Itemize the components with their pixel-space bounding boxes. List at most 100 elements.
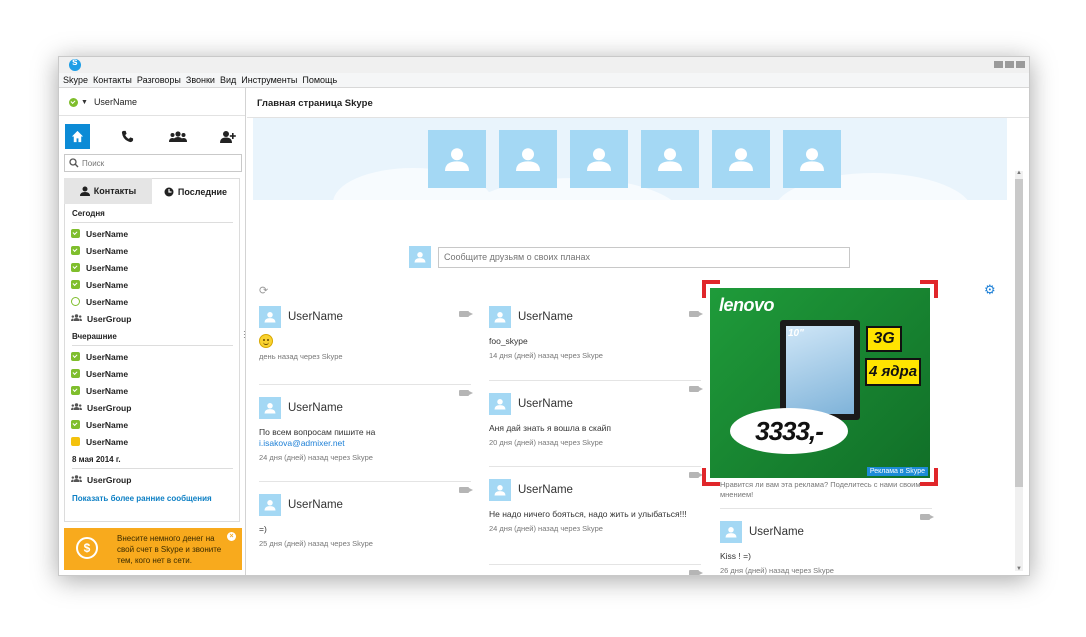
group-icon [169, 131, 188, 142]
gear-icon[interactable]: ⚙ [984, 282, 996, 298]
post-author[interactable]: UserName [518, 398, 573, 410]
video-call-icon[interactable] [459, 487, 473, 493]
home-button[interactable] [65, 124, 90, 149]
tab-contacts[interactable]: Контакты [64, 178, 152, 204]
list-item[interactable]: UserName [65, 382, 239, 399]
list-item[interactable]: UserName [65, 276, 239, 293]
menu-help[interactable]: Помощь [302, 75, 337, 85]
add-contact-button[interactable] [216, 124, 241, 149]
group-icon [71, 403, 82, 412]
post-message: Не надо ничего бояться, надо жить и улыб… [489, 509, 701, 520]
feed-post: UserName =) 25 дня (дней) назад через Skyp… [259, 482, 473, 575]
list-item[interactable]: UserName [65, 416, 239, 433]
scroll-up-icon[interactable]: ▲ [1016, 170, 1022, 176]
video-call-icon[interactable] [689, 311, 703, 317]
avatar[interactable] [259, 397, 281, 419]
friend-avatar[interactable] [641, 130, 699, 188]
post-author[interactable]: UserName [288, 402, 343, 414]
menu-view[interactable]: Вид [220, 75, 236, 85]
scrollbar[interactable]: ▲ ▼ [1015, 170, 1023, 572]
search-box [64, 154, 242, 172]
post-author[interactable]: UserName [518, 484, 573, 496]
post-author[interactable]: UserName [288, 499, 343, 511]
friend-avatar[interactable] [570, 130, 628, 188]
video-call-icon[interactable] [459, 390, 473, 396]
scroll-thumb[interactable] [1015, 179, 1023, 487]
post-time: 25 дня (дней) назад через Skype [259, 539, 373, 548]
post-header: UserName [259, 390, 473, 419]
contact-name: UserGroup [87, 474, 132, 485]
chevron-down-icon: ▼ [81, 98, 88, 106]
list-item[interactable]: UserName [65, 225, 239, 242]
video-call-icon[interactable] [689, 386, 703, 392]
avatar[interactable] [489, 306, 511, 328]
list-item[interactable]: UserName [65, 259, 239, 276]
friend-avatar[interactable] [712, 130, 770, 188]
feed-post: UserName Не надо ничего бояться, надо жит… [489, 467, 703, 565]
list-item[interactable]: UserGroup [65, 399, 239, 416]
promo-banner[interactable]: $ Внесите немного денег на свой счет в S… [64, 528, 242, 570]
list-item[interactable]: UserName [65, 242, 239, 259]
avatar[interactable] [720, 521, 742, 543]
close-button[interactable] [1016, 61, 1025, 68]
video-call-icon[interactable] [689, 570, 703, 575]
menu-conversations[interactable]: Разговоры [137, 75, 181, 85]
person-icon [725, 527, 737, 538]
email-link[interactable]: i.isakova@admixer.net [259, 438, 345, 448]
post-author[interactable]: UserName [518, 311, 573, 323]
skype-window: Skype Контакты Разговоры Звонки Вид Инст… [58, 56, 1030, 576]
video-call-icon[interactable] [459, 311, 473, 317]
avatar[interactable] [489, 393, 511, 415]
maximize-button[interactable] [1005, 61, 1014, 68]
video-call-icon[interactable] [689, 472, 703, 478]
friend-avatar[interactable] [783, 130, 841, 188]
person-icon [658, 148, 682, 171]
post-text: =) [259, 524, 267, 534]
menu-contacts[interactable]: Контакты [93, 75, 132, 85]
menu-tools[interactable]: Инструменты [241, 75, 297, 85]
person-icon [494, 312, 506, 323]
feed-post: UserName По всем вопросам пишите на i.isak… [259, 385, 473, 482]
advertisement[interactable]: lenovo 10" 3G 4 ядра 3333,- Реклама в Sk… [702, 280, 938, 486]
menu-calls[interactable]: Звонки [186, 75, 215, 85]
post-author[interactable]: UserName [749, 526, 804, 538]
mood-message-input[interactable] [438, 246, 850, 268]
section-title: 8 мая 2014 г. [72, 455, 121, 464]
friend-avatar[interactable] [428, 130, 486, 188]
call-phone-button[interactable] [115, 124, 140, 149]
minimize-button[interactable] [994, 61, 1003, 68]
coin-icon: $ [76, 537, 98, 559]
video-call-icon[interactable] [920, 514, 934, 520]
avatar[interactable] [259, 494, 281, 516]
menu-skype[interactable]: Skype [63, 75, 88, 85]
post-text: Не надо ничего бояться, надо жить и улыб… [489, 509, 687, 519]
feed-post: UserName [489, 565, 703, 575]
post-author[interactable]: UserName [288, 311, 343, 323]
list-item[interactable]: UserName [65, 365, 239, 382]
feed-post: UserName foo_skype 14 дня (дней) назад чер… [489, 306, 703, 381]
avatar[interactable] [259, 306, 281, 328]
search-input[interactable] [79, 157, 232, 169]
person-icon [264, 500, 276, 511]
menu-bar: Skype Контакты Разговоры Звонки Вид Инст… [59, 73, 1029, 88]
splitter-handle[interactable]: · · · [243, 328, 246, 342]
section-title: Сегодня [72, 209, 105, 218]
scroll-down-icon[interactable]: ▼ [1016, 566, 1022, 572]
contacts-tabs: Контакты Последние [64, 178, 240, 204]
list-item[interactable]: UserGroup [65, 471, 239, 488]
sidebar-nav [65, 124, 241, 150]
tab-recent[interactable]: Последние [152, 178, 240, 204]
close-icon[interactable]: × [227, 532, 236, 541]
refresh-icon[interactable]: ⟳ [259, 284, 268, 297]
list-item[interactable]: UserGroup [65, 310, 239, 327]
tab-recent-label: Последние [177, 186, 228, 197]
user-status-menu[interactable]: ▼ UserName [69, 94, 137, 110]
list-item[interactable]: UserName [65, 433, 239, 450]
avatar[interactable] [489, 479, 511, 501]
create-group-button[interactable] [166, 124, 191, 149]
list-item[interactable]: UserName [65, 348, 239, 365]
list-item[interactable]: UserName [65, 293, 239, 310]
show-earlier-link[interactable]: Показать более ранние сообщения [65, 494, 239, 503]
ad-3g-badge: 3G [866, 326, 902, 352]
friend-avatar[interactable] [499, 130, 557, 188]
